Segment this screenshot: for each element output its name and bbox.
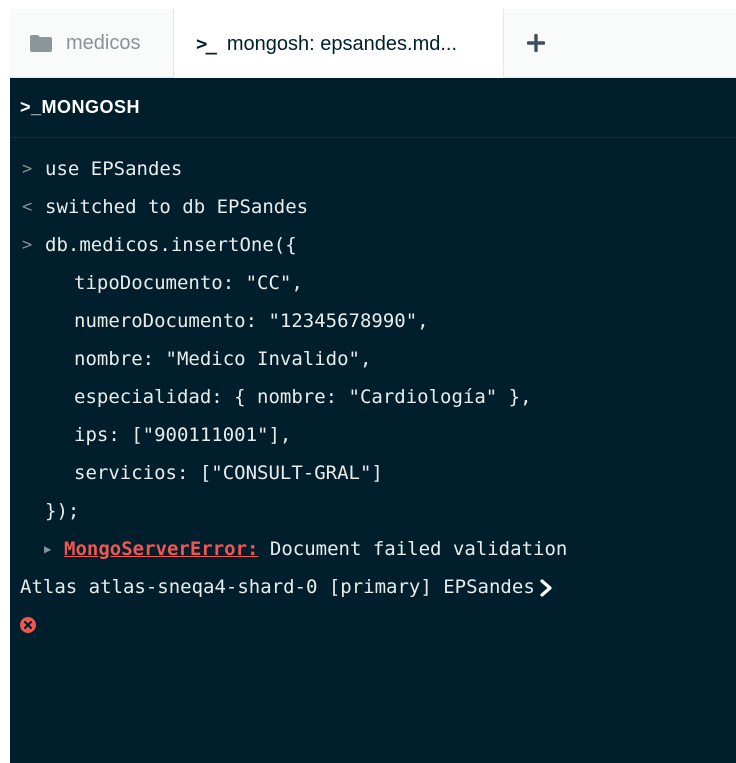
shell-output: > use EPSandes < switched to db EPSandes… [10, 138, 736, 633]
command-text: }); [45, 500, 80, 522]
prompt-text: Atlas atlas-sneqa4-shard-0 [primary] EPS… [20, 568, 553, 606]
command-text: db.medicos.insertOne({ [45, 234, 297, 256]
shell-prompt-line[interactable]: Atlas atlas-sneqa4-shard-0 [primary] EPS… [10, 568, 736, 606]
tab-bar: medicos >_ mongosh: epsandes.md... [10, 9, 736, 79]
mongodb-compass-window: medicos >_ mongosh: epsandes.md... >_MON… [10, 9, 736, 763]
tab-mongosh-label: mongosh: epsandes.md... [226, 32, 458, 55]
folder-icon [30, 35, 52, 52]
input-chevron-icon: > [22, 235, 33, 255]
command-text: especialidad: { nombre: "Cardiología" }, [74, 386, 532, 408]
shell-error-line: ▶ MongoServerError: Document failed vali… [10, 530, 736, 633]
shell-output-line: < switched to db EPSandes [10, 188, 736, 226]
shell-continuation-line: tipoDocumento: "CC", [10, 264, 736, 302]
add-tab-button[interactable] [504, 9, 568, 78]
command-text: tipoDocumento: "CC", [74, 272, 303, 294]
shell-prompt-icon: >_ [196, 33, 217, 55]
command-text: ips: ["900111001"], [74, 424, 292, 446]
mongosh-panel[interactable]: >_MONGOSH > use EPSandes < switched to d… [10, 78, 736, 763]
prompt-chevron-icon [539, 578, 553, 597]
tab-medicos-label: medicos [66, 32, 141, 54]
shell-continuation-line: servicios: ["CONSULT-GRAL"] [10, 454, 736, 492]
error-message: Document failed validation [258, 538, 568, 560]
tab-mongosh[interactable]: >_ mongosh: epsandes.md... [174, 9, 504, 79]
shell-input-line: > use EPSandes [10, 150, 736, 188]
command-text: use EPSandes [45, 158, 183, 180]
plus-icon [526, 27, 546, 61]
mongosh-header: >_MONGOSH [10, 78, 736, 138]
error-name[interactable]: MongoServerError: [64, 538, 258, 560]
shell-continuation-line: especialidad: { nombre: "Cardiología" }, [10, 378, 736, 416]
output-chevron-icon: < [22, 197, 33, 217]
command-text: servicios: ["CONSULT-GRAL"] [74, 462, 383, 484]
shell-continuation-line: ips: ["900111001"], [10, 416, 736, 454]
error-text: MongoServerError: Document failed valida… [64, 530, 567, 568]
input-chevron-icon: > [22, 159, 33, 179]
tab-medicos[interactable]: medicos [10, 9, 174, 78]
command-text: numeroDocumento: "12345678990", [74, 310, 429, 332]
shell-continuation-line: numeroDocumento: "12345678990", [10, 302, 736, 340]
command-text: nombre: "Medico Invalido", [74, 348, 372, 370]
shell-continuation-line: }); [10, 492, 736, 530]
shell-input-line: > db.medicos.insertOne({ [10, 226, 736, 264]
prompt-label: Atlas atlas-sneqa4-shard-0 [primary] EPS… [20, 576, 535, 598]
expand-caret-icon[interactable]: ▶ [44, 530, 51, 568]
error-x-icon [20, 541, 36, 633]
output-text: switched to db EPSandes [45, 196, 309, 218]
shell-continuation-line: nombre: "Medico Invalido", [10, 340, 736, 378]
